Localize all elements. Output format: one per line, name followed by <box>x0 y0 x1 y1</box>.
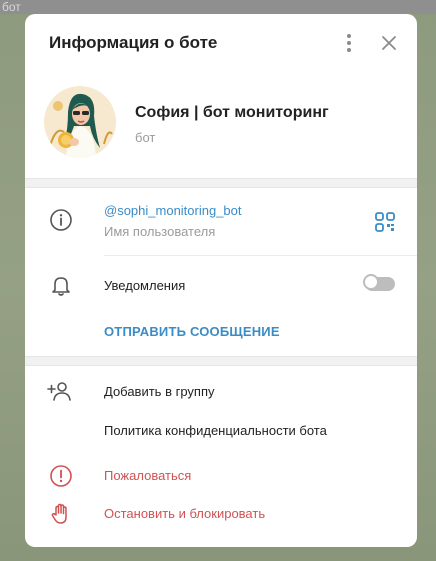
alert-icon <box>50 465 72 487</box>
kebab-menu-icon <box>347 34 351 52</box>
bot-type-label: бот <box>135 130 156 145</box>
stop-and-block-button[interactable]: Остановить и блокировать <box>104 506 265 521</box>
avatar-image <box>44 86 116 158</box>
qr-code-icon <box>375 212 395 232</box>
send-message-button[interactable]: ОТПРАВИТЬ СООБЩЕНИЕ <box>104 324 280 339</box>
background-chat-label: бот <box>0 0 436 14</box>
more-options-button[interactable] <box>339 32 359 54</box>
close-icon <box>382 36 396 50</box>
row-separator <box>104 255 417 256</box>
toggle-knob <box>363 274 379 290</box>
section-divider <box>25 356 417 366</box>
report-button[interactable]: Пожаловаться <box>104 468 191 483</box>
add-to-group-button[interactable]: Добавить в группу <box>104 384 215 399</box>
privacy-policy-link[interactable]: Политика конфиденциальности бота <box>104 423 327 438</box>
hand-stop-icon <box>51 503 67 524</box>
dialog-title: Информация о боте <box>49 33 218 52</box>
add-user-icon <box>47 382 71 401</box>
bot-profile: София | бот мониторинг бот <box>25 86 417 178</box>
qr-code-button[interactable] <box>374 211 396 233</box>
section-divider <box>25 178 417 188</box>
info-icon <box>50 209 72 231</box>
notifications-label: Уведомления <box>104 278 186 293</box>
avatar[interactable] <box>44 86 116 158</box>
notifications-toggle[interactable] <box>363 274 395 291</box>
bell-icon <box>52 277 70 296</box>
close-button[interactable] <box>379 33 399 53</box>
bot-name: София | бот мониторинг <box>135 104 329 121</box>
bot-info-dialog: Информация о боте София | бот мониторинг… <box>25 14 417 547</box>
dialog-header: Информация о боте <box>25 14 417 72</box>
bot-username[interactable]: @sophi_monitoring_bot <box>104 203 242 218</box>
username-caption: Имя пользователя <box>104 224 216 239</box>
